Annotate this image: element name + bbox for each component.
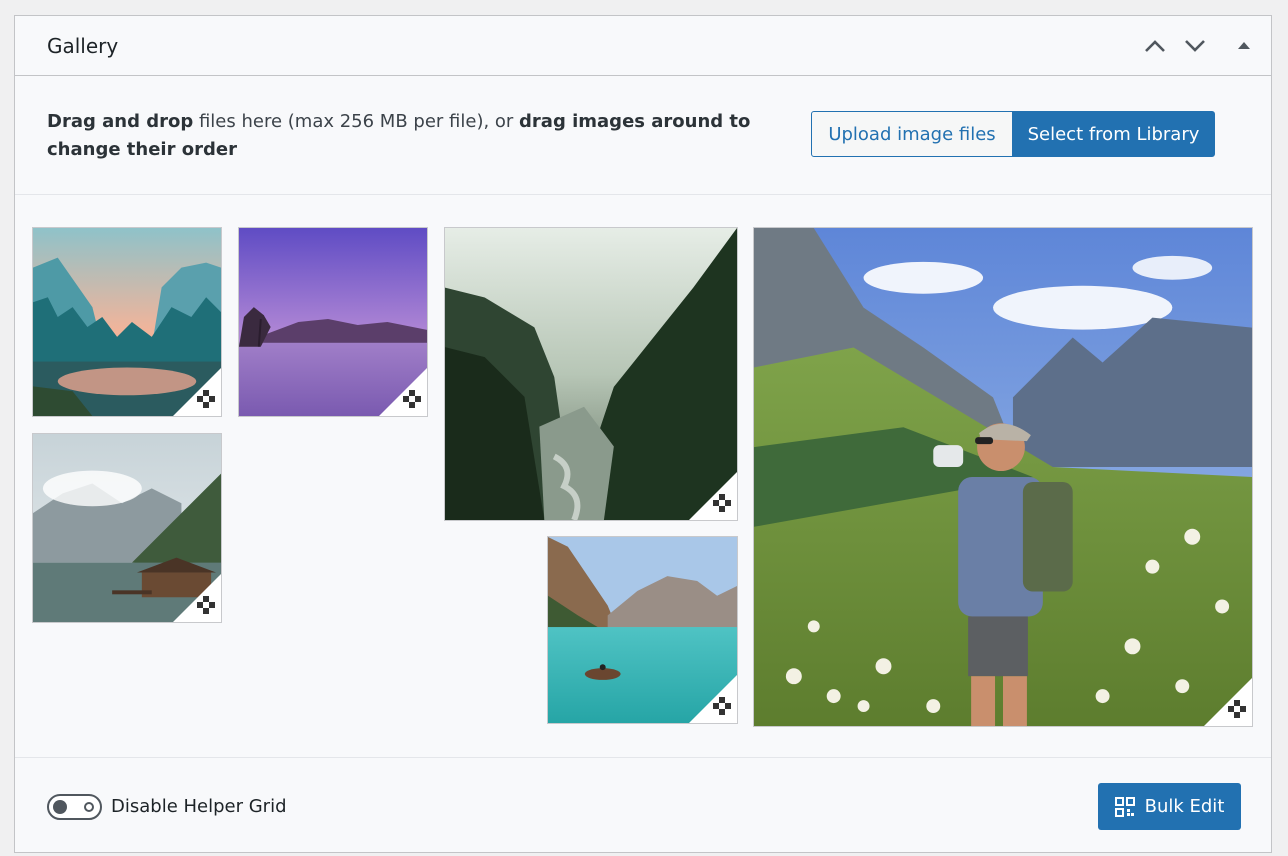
bulk-edit-button[interactable]: Bulk Edit (1098, 783, 1241, 830)
gallery-panel: Gallery Drag and drop files here (max 25… (14, 15, 1272, 853)
upload-instructions: Drag and drop files here (max 256 MB per… (47, 108, 797, 164)
helper-grid-label: Disable Helper Grid (111, 796, 287, 817)
resize-handle-icon[interactable] (689, 675, 737, 723)
gallery-image-5[interactable] (32, 433, 222, 623)
toggle-off-indicator (84, 802, 94, 812)
resize-handle-icon[interactable] (173, 368, 221, 416)
resize-handle-icon[interactable] (689, 472, 737, 520)
bulk-edit-label: Bulk Edit (1144, 796, 1225, 817)
triangle-up-icon (1238, 42, 1250, 49)
divider (15, 757, 1271, 758)
toggle-knob (53, 800, 67, 814)
gallery-image-6[interactable] (547, 536, 738, 724)
chevron-up-icon (1145, 40, 1165, 52)
gallery-image-3[interactable] (444, 227, 738, 521)
gallery-image-2[interactable] (238, 227, 428, 417)
divider (15, 194, 1271, 195)
gallery-image-1[interactable] (32, 227, 222, 417)
resize-handle-icon[interactable] (379, 368, 427, 416)
move-up-button[interactable] (1141, 32, 1169, 60)
select-from-library-button[interactable]: Select from Library (1012, 111, 1215, 157)
image-hiker-mountain-meadow (754, 228, 1252, 726)
resize-handle-icon[interactable] (1204, 678, 1252, 726)
panel-header: Gallery (15, 16, 1271, 76)
panel-title: Gallery (47, 34, 119, 58)
move-down-button[interactable] (1181, 32, 1209, 60)
toggle-panel-button[interactable] (1230, 32, 1258, 60)
chevron-down-icon (1185, 40, 1205, 52)
bulk-edit-icon (1114, 796, 1135, 817)
resize-handle-icon[interactable] (173, 574, 221, 622)
instructions-bold-1: Drag and drop (47, 111, 194, 132)
upload-image-files-button[interactable]: Upload image files (811, 111, 1013, 157)
helper-grid-toggle[interactable] (47, 794, 102, 820)
gallery-image-4[interactable] (753, 227, 1253, 727)
instructions-text: files here (max 256 MB per file), or (193, 111, 520, 132)
